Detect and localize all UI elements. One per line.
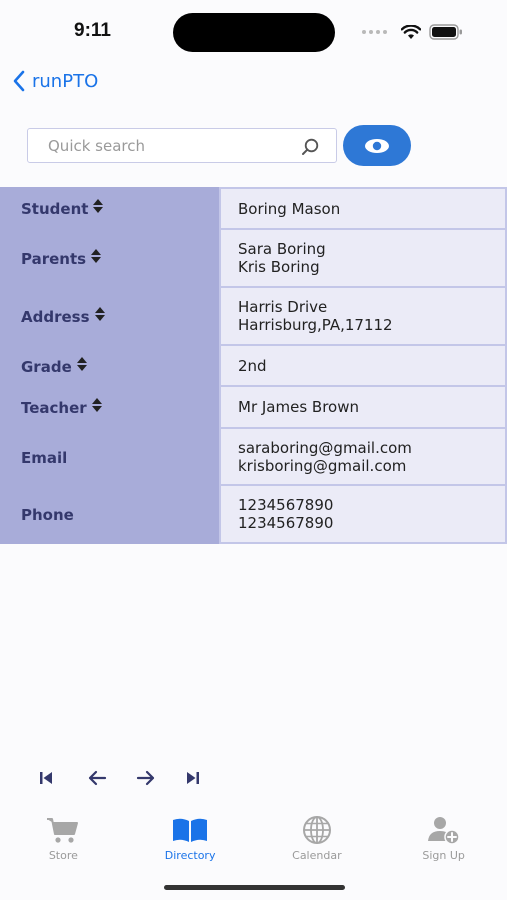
- row-label: Phone: [21, 506, 74, 524]
- directory-record: Student Boring Mason Parents Sara Boring…: [0, 187, 507, 544]
- tab-store[interactable]: Store: [0, 815, 127, 870]
- tab-bar: Store Directory Calendar Sign Up: [0, 815, 507, 870]
- row-value: 1234567890 1234567890: [219, 486, 507, 544]
- phone-number: 1234567890: [238, 496, 334, 514]
- record-row-address: Address Harris Drive Harrisburg,PA,17112: [0, 288, 507, 346]
- parent-name: Kris Boring: [238, 258, 320, 276]
- row-label: Parents: [21, 250, 87, 268]
- email-address: krisboring@gmail.com: [238, 456, 407, 475]
- address-line: Harris Drive: [238, 298, 328, 316]
- row-value: Harris Drive Harrisburg,PA,17112: [219, 288, 507, 346]
- add-user-icon: [427, 817, 460, 845]
- chevron-left-icon: [13, 70, 25, 92]
- parent-name: Sara Boring: [238, 240, 326, 258]
- row-label: Email: [21, 448, 68, 467]
- tab-label: Sign Up: [422, 849, 465, 862]
- sort-icon[interactable]: [91, 398, 102, 412]
- row-value: 2nd: [219, 346, 507, 387]
- email-header: Email: [0, 429, 219, 486]
- eye-icon: [365, 138, 389, 153]
- directory-screen: 9:11 runPTO Quick search Student Boring …: [0, 0, 507, 900]
- record-row-phone: Phone 1234567890 1234567890: [0, 486, 507, 544]
- record-row-email: Email saraboring@gmail.com krisboring@gm…: [0, 429, 507, 486]
- cart-icon: [47, 818, 79, 843]
- signal-icon: [362, 30, 387, 34]
- sort-icon[interactable]: [76, 356, 87, 371]
- grade-header[interactable]: Grade: [0, 346, 219, 387]
- first-page-button[interactable]: [38, 766, 87, 790]
- record-row-student: Student Boring Mason: [0, 187, 507, 230]
- last-page-button[interactable]: [185, 766, 234, 790]
- battery-icon: [429, 24, 462, 40]
- tab-label: Calendar: [292, 849, 342, 862]
- sort-icon[interactable]: [93, 198, 104, 213]
- sort-icon[interactable]: [94, 307, 105, 321]
- search-input[interactable]: [48, 136, 288, 155]
- row-value: saraboring@gmail.com krisboring@gmail.co…: [219, 429, 507, 486]
- arrow-right-icon: [136, 770, 155, 786]
- student-name: Boring Mason: [238, 199, 341, 218]
- previous-page-button[interactable]: [87, 766, 136, 790]
- grade-value: 2nd: [238, 356, 267, 375]
- record-row-parents: Parents Sara Boring Kris Boring: [0, 230, 507, 288]
- record-row-grade: Grade 2nd: [0, 346, 507, 387]
- arrow-left-icon: [88, 770, 107, 786]
- last-page-icon: [187, 772, 199, 784]
- tab-calendar[interactable]: Calendar: [254, 815, 381, 870]
- tab-label: Store: [48, 849, 78, 862]
- row-label: Grade: [21, 357, 72, 376]
- first-page-icon: [40, 772, 52, 784]
- row-value: Sara Boring Kris Boring: [219, 230, 507, 288]
- back-label: runPTO: [32, 70, 99, 92]
- record-row-teacher: Teacher Mr James Brown: [0, 387, 507, 429]
- back-button[interactable]: runPTO: [12, 68, 98, 94]
- row-label: Address: [21, 308, 90, 326]
- search-box: [27, 128, 337, 163]
- row-value: Mr James Brown: [219, 387, 507, 429]
- home-indicator[interactable]: [164, 885, 345, 890]
- row-value: Boring Mason: [219, 187, 507, 230]
- phone-header: Phone: [0, 486, 219, 544]
- address-line: Harrisburg,PA,17112: [238, 316, 393, 334]
- email-address: saraboring@gmail.com: [238, 438, 412, 457]
- address-header[interactable]: Address: [0, 288, 219, 346]
- tab-directory[interactable]: Directory: [127, 815, 254, 870]
- tab-label: Directory: [164, 849, 216, 862]
- row-label: Teacher: [21, 399, 87, 417]
- student-header[interactable]: Student: [0, 187, 219, 230]
- status-icons: [362, 22, 463, 42]
- status-time: 9:11: [74, 20, 111, 41]
- book-icon: [173, 818, 208, 842]
- pagination: [38, 766, 234, 790]
- globe-icon: [302, 816, 331, 844]
- next-page-button[interactable]: [136, 766, 185, 790]
- teacher-name: Mr James Brown: [238, 398, 359, 416]
- dynamic-island: [173, 13, 335, 52]
- parents-header[interactable]: Parents: [0, 230, 219, 288]
- visibility-toggle-button[interactable]: [343, 125, 411, 166]
- wifi-icon: [401, 24, 421, 39]
- phone-number: 1234567890: [238, 514, 334, 532]
- sort-icon[interactable]: [91, 249, 102, 263]
- search-icon[interactable]: [300, 137, 320, 157]
- teacher-header[interactable]: Teacher: [0, 387, 219, 429]
- tab-sign-up[interactable]: Sign Up: [380, 815, 507, 870]
- row-label: Student: [21, 199, 89, 218]
